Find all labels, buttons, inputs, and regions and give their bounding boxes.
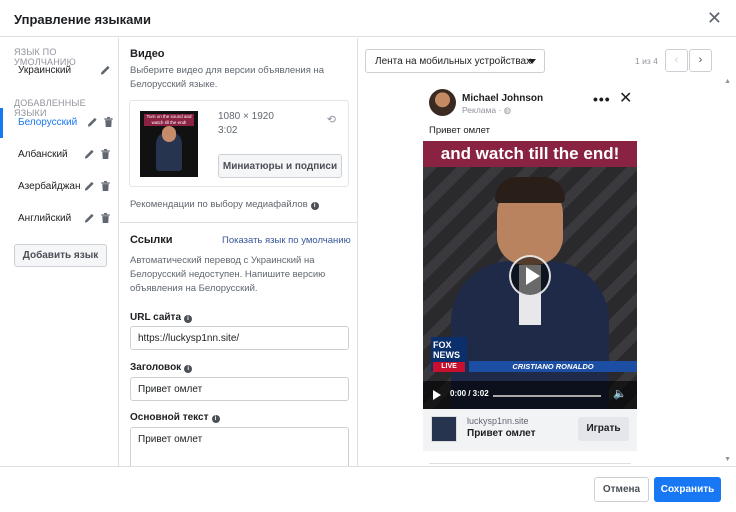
trash-icon[interactable] (100, 212, 111, 224)
previous-preview-button[interactable]: ‹ (665, 49, 688, 72)
video-time: 0:00 / 3:02 (450, 389, 489, 398)
link-thumbnail (431, 416, 457, 442)
sponsored-label: Реклама · ◍ (462, 105, 512, 115)
pencil-icon[interactable] (84, 212, 95, 224)
close-icon[interactable]: ✕ (619, 91, 632, 107)
language-label: Английский (18, 213, 72, 224)
news-live: LIVE (433, 362, 465, 372)
language-label: Белорусский (18, 117, 78, 128)
url-input[interactable]: https://luckysp1nn.site/ (130, 326, 349, 350)
editor-panel: Видео Выберите видео для версии объявлен… (120, 38, 358, 466)
next-preview-button[interactable]: › (689, 49, 712, 72)
advertiser-name: Michael Johnson (462, 93, 544, 104)
info-icon: i (184, 315, 193, 323)
url-label-text: URL сайта (130, 312, 182, 323)
thumbnail-head (162, 126, 176, 142)
thumbnails-captions-button[interactable]: Миниатюры и подписи (218, 154, 342, 178)
translation-notice: Автоматический перевод с Украинский на Б… (130, 255, 326, 294)
media-recommendations-text: Рекомендации по выбору медиафайлов (130, 199, 308, 210)
info-icon: i (184, 365, 193, 373)
news-logo: FOX NEWS LIVE (431, 337, 467, 372)
language-label: Албанский (18, 149, 68, 160)
pencil-icon[interactable] (87, 116, 98, 128)
video-heading: Видео (130, 48, 165, 60)
primary-text-label: Основной текст i (130, 412, 220, 423)
sponsored-text: Реклама (462, 105, 497, 115)
show-default-language-link[interactable]: Показать язык по умолчанию (222, 235, 351, 246)
video-card: Turn on the sound and watch till the end… (129, 100, 349, 187)
video-thumbnail[interactable]: Turn on the sound and watch till the end… (140, 111, 198, 177)
headline-label: Заголовок i (130, 362, 193, 373)
default-language-label: Украинский (18, 65, 72, 76)
language-item-belarusian[interactable]: Белорусский (0, 108, 118, 138)
video-progress-bar[interactable] (493, 395, 601, 397)
add-language-button[interactable]: Добавить язык (14, 244, 107, 267)
video-description: Выберите видео для версии объявления на … (130, 65, 325, 90)
save-button[interactable]: Сохранить (654, 477, 721, 502)
placement-value: Лента на мобильных устройствах (375, 56, 532, 67)
news-brand: FOX NEWS (433, 340, 460, 360)
avatar (429, 89, 456, 116)
replace-icon[interactable]: ⟲ (327, 113, 336, 126)
dialog-header: Управление языками ✕ (0, 0, 736, 37)
default-language-item[interactable]: Украинский (0, 56, 118, 86)
ad-preview-card: Michael Johnson Реклама · ◍ ••• ✕ Привет… (423, 87, 637, 466)
play-icon[interactable] (509, 255, 551, 297)
media-recommendations[interactable]: Рекомендации по выбору медиафайлов i (130, 198, 319, 212)
link-domain: luckysp1nn.site (467, 416, 529, 426)
section-divider (120, 222, 357, 223)
url-label: URL сайта i (130, 312, 193, 323)
pencil-icon[interactable] (100, 64, 111, 76)
info-icon: i (211, 415, 220, 423)
volume-icon[interactable]: 🔈 (613, 387, 627, 400)
pencil-icon[interactable] (84, 180, 95, 192)
primary-text-input[interactable]: Привет омлет (130, 427, 349, 466)
ad-caption: Привет омлет (429, 125, 490, 136)
language-item-albanian[interactable]: Албанский (0, 140, 118, 170)
placement-dropdown[interactable]: Лента на мобильных устройствах (365, 49, 545, 73)
pencil-icon[interactable] (84, 148, 95, 160)
trash-icon[interactable] (100, 180, 111, 192)
play-small-icon[interactable] (433, 390, 441, 400)
lower-third: CRISTIANO RONALDO (469, 361, 637, 372)
language-label: Азербайджан… (18, 181, 82, 192)
video-person-hair (495, 177, 565, 203)
more-options-icon[interactable]: ••• (593, 91, 611, 107)
ad-video[interactable]: and watch till the end! FOX NEWS LIVE CRI… (423, 141, 637, 409)
video-banner-text: and watch till the end! (423, 141, 637, 167)
video-duration: 3:02 (218, 125, 238, 136)
cancel-button[interactable]: Отмена (594, 477, 649, 502)
preview-pager: 1 из 4 (635, 56, 658, 66)
language-item-english[interactable]: Английский (0, 204, 118, 234)
preview-panel: Лента на мобильных устройствах 1 из 4 ‹ … (359, 38, 736, 466)
play-cta-button[interactable]: Играть (578, 417, 629, 441)
dialog-footer: Отмена Сохранить (0, 466, 736, 512)
manage-languages-dialog: Управление языками ✕ ЯЗЫК ПО УМОЛЧАНИЮ У… (0, 0, 736, 512)
links-heading: Ссылки (130, 234, 173, 246)
scroll-up-icon[interactable]: ▲ (724, 78, 731, 85)
video-resolution: 1080 × 1920 (218, 111, 274, 122)
close-icon[interactable]: ✕ (707, 9, 722, 27)
headline-input[interactable]: Привет омлет (130, 377, 349, 401)
scroll-down-icon[interactable]: ▼ (724, 456, 731, 463)
info-icon: i (310, 202, 319, 210)
language-item-azerbaijani[interactable]: Азербайджан… (0, 172, 118, 202)
preview-divider (429, 463, 631, 464)
thumbnail-caption: Turn on the sound and watch till the end… (144, 114, 194, 126)
chevron-down-icon (528, 59, 536, 64)
primary-text-label-text: Основной текст (130, 412, 209, 423)
video-controls: 0:00 / 3:02 🔈 (423, 381, 637, 409)
ad-link-bar[interactable]: luckysp1nn.site Привет омлет Играть (423, 409, 637, 451)
globe-icon: ◍ (503, 105, 512, 115)
trash-icon[interactable] (103, 116, 114, 128)
headline-label-text: Заголовок (130, 362, 182, 373)
trash-icon[interactable] (100, 148, 111, 160)
languages-sidebar: ЯЗЫК ПО УМОЛЧАНИЮ Украинский ДОБАВЛЕННЫЕ… (0, 38, 119, 466)
link-headline: Привет омлет (467, 428, 536, 439)
dialog-title: Управление языками (14, 12, 151, 27)
